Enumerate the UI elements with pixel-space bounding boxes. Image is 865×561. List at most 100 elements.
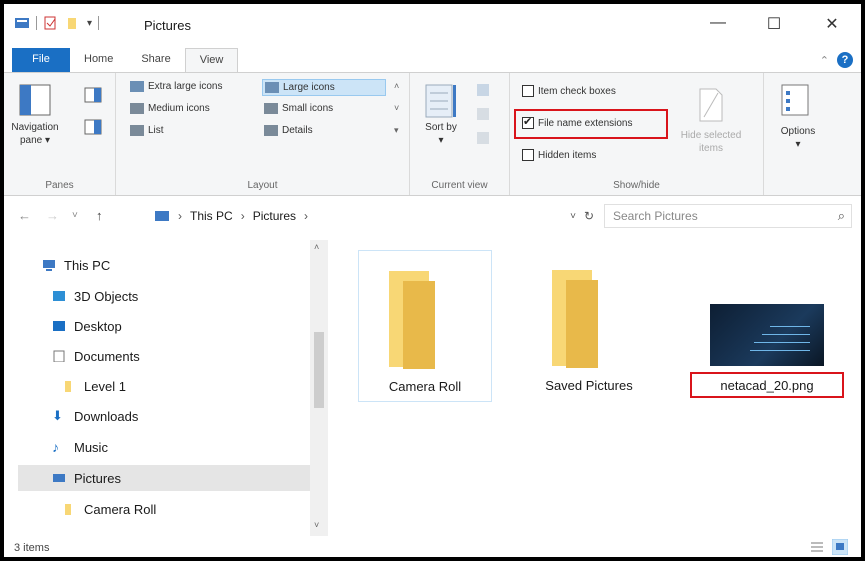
- desktop-icon: [53, 321, 65, 331]
- quick-access-toolbar: ▾: [14, 16, 100, 30]
- layout-group-label: Layout: [247, 180, 278, 191]
- extra-large-icons-icon: [130, 81, 144, 92]
- maximize-button[interactable]: ☐: [754, 14, 794, 38]
- up-arrow-icon[interactable]: ↑: [96, 208, 103, 223]
- navigation-pane-label: Navigation pane ▾: [11, 122, 59, 146]
- options-button[interactable]: Options ▾: [770, 125, 826, 151]
- navigation-pane-button[interactable]: Navigation pane ▾: [10, 83, 60, 147]
- details-view-icon[interactable]: [810, 541, 824, 553]
- small-icons-icon: [264, 103, 278, 114]
- nav-scrollbar-thumb[interactable]: [314, 332, 324, 408]
- nav-item-music[interactable]: ♪ Music: [52, 434, 108, 460]
- hidden-items-checkbox[interactable]: [522, 149, 534, 161]
- breadcrumb-this-pc[interactable]: This PC: [190, 209, 233, 223]
- layout-small-icons[interactable]: Small icons: [264, 103, 333, 114]
- nav-item-downloads[interactable]: ⬇ Downloads: [52, 403, 138, 429]
- music-icon: ♪: [52, 439, 59, 455]
- add-columns-icon[interactable]: [476, 107, 494, 121]
- ribbon-tabs: File Home Share View ⌃ ?: [4, 48, 861, 72]
- current-view-group: Sort by ▾ Current view: [410, 73, 510, 195]
- scroll-down-icon[interactable]: ˅: [314, 520, 319, 530]
- layout-large-icons[interactable]: Large icons: [262, 79, 386, 96]
- show-hide-group: Item check boxes File name extensions Hi…: [510, 73, 764, 195]
- documents-icon: [53, 350, 65, 362]
- search-input[interactable]: Search Pictures ⌕: [604, 204, 852, 228]
- close-button[interactable]: ✕: [812, 14, 852, 38]
- nav-item-level-1[interactable]: Level 1: [62, 373, 126, 399]
- folder-icon: [65, 504, 71, 515]
- medium-icons-icon: [130, 103, 144, 114]
- file-tile-camera-roll[interactable]: Camera Roll: [358, 250, 492, 402]
- title-bar: ▾ Pictures — ☐ ✕: [4, 4, 861, 46]
- help-icon[interactable]: ?: [837, 52, 853, 68]
- hidden-items-toggle[interactable]: Hidden items: [522, 149, 596, 161]
- options-group: Options ▾: [764, 73, 834, 195]
- layout-group: Extra large icons Large icons Medium ico…: [116, 73, 410, 195]
- ribbon: Navigation pane ▾ Panes Extra large icon…: [4, 72, 861, 196]
- folder-icon: [552, 270, 598, 368]
- layout-more-icon[interactable]: ▾: [394, 125, 399, 136]
- list-icon: [130, 125, 144, 136]
- new-folder-icon[interactable]: [65, 16, 81, 30]
- folder-icon: [389, 271, 435, 369]
- nav-item-3d-objects[interactable]: 3D Objects: [52, 283, 138, 309]
- nav-item-this-pc[interactable]: This PC: [42, 252, 110, 278]
- details-pane-icon[interactable]: [84, 119, 102, 135]
- item-count: 3 items: [14, 542, 50, 554]
- tab-home[interactable]: Home: [70, 48, 127, 72]
- window-title: Pictures: [144, 18, 191, 33]
- tab-view[interactable]: View: [184, 48, 239, 72]
- file-label-highlighted: netacad_20.png: [690, 372, 844, 398]
- layout-medium-icons[interactable]: Medium icons: [130, 103, 210, 114]
- properties-icon[interactable]: [43, 16, 59, 30]
- explorer-icon: [15, 18, 29, 28]
- file-tile-saved-pictures[interactable]: Saved Pictures: [522, 250, 656, 402]
- image-thumbnail: [710, 304, 824, 366]
- current-view-group-label: Current view: [431, 180, 488, 191]
- recent-locations-icon[interactable]: ˅: [72, 210, 78, 221]
- downloads-icon: ⬇: [52, 408, 63, 423]
- large-icons-icon: [265, 82, 279, 93]
- layout-scroll-down-icon[interactable]: ˅: [394, 103, 399, 113]
- nav-item-pictures[interactable]: Pictures: [18, 465, 310, 491]
- show-hide-group-label: Show/hide: [613, 180, 660, 191]
- address-bar[interactable]: › This PC › Pictures › ˅ ↻: [154, 204, 594, 228]
- preview-pane-icon[interactable]: [84, 87, 102, 103]
- item-check-boxes-toggle[interactable]: Item check boxes: [522, 85, 616, 97]
- nav-scrollbar[interactable]: ˄ ˅: [310, 240, 328, 536]
- nav-item-documents[interactable]: Documents: [52, 343, 140, 369]
- large-icons-view-icon[interactable]: [832, 539, 848, 555]
- back-arrow-icon[interactable]: ←: [18, 208, 31, 223]
- collapse-ribbon-icon[interactable]: ⌃: [820, 54, 829, 67]
- size-columns-icon[interactable]: [476, 131, 494, 145]
- details-icon: [264, 125, 278, 136]
- forward-arrow-icon[interactable]: →: [46, 208, 59, 223]
- explorer-window: ▾ Pictures — ☐ ✕ File Home Share View ⌃ …: [4, 4, 861, 557]
- layout-list[interactable]: List: [130, 125, 164, 136]
- sort-by-button[interactable]: Sort by ▾: [424, 121, 458, 147]
- scroll-up-icon[interactable]: ˄: [314, 242, 319, 252]
- layout-scroll-up-icon[interactable]: ˄: [394, 81, 399, 91]
- file-name-extensions-highlight: [514, 109, 668, 139]
- layout-details[interactable]: Details: [264, 125, 313, 136]
- tab-file[interactable]: File: [12, 48, 70, 72]
- hide-selected-items-button[interactable]: Hide selected items: [676, 129, 746, 155]
- nav-item-camera-roll[interactable]: Camera Roll: [62, 496, 156, 522]
- item-check-boxes-checkbox[interactable]: [522, 85, 534, 97]
- tab-share[interactable]: Share: [127, 48, 184, 72]
- address-row: ← → ˅ ↑ › This PC › Pictures › ˅ ↻ Searc…: [4, 200, 861, 232]
- breadcrumb-pictures[interactable]: Pictures: [253, 209, 296, 223]
- customize-qat-icon[interactable]: ▾: [87, 18, 92, 29]
- search-icon: ⌕: [837, 208, 845, 223]
- layout-extra-large-icons[interactable]: Extra large icons: [130, 81, 222, 92]
- refresh-icon[interactable]: ↻: [584, 209, 594, 223]
- group-by-icon[interactable]: [476, 83, 494, 97]
- nav-item-desktop[interactable]: Desktop: [52, 313, 122, 339]
- minimize-button[interactable]: —: [698, 14, 738, 38]
- address-dropdown-icon[interactable]: ˅: [570, 211, 576, 222]
- panes-group: Navigation pane ▾ Panes: [4, 73, 116, 195]
- file-label: Camera Roll: [388, 379, 462, 394]
- status-bar: 3 items: [4, 538, 861, 557]
- navigation-pane-icon: [19, 84, 51, 116]
- pictures-icon: [53, 474, 65, 482]
